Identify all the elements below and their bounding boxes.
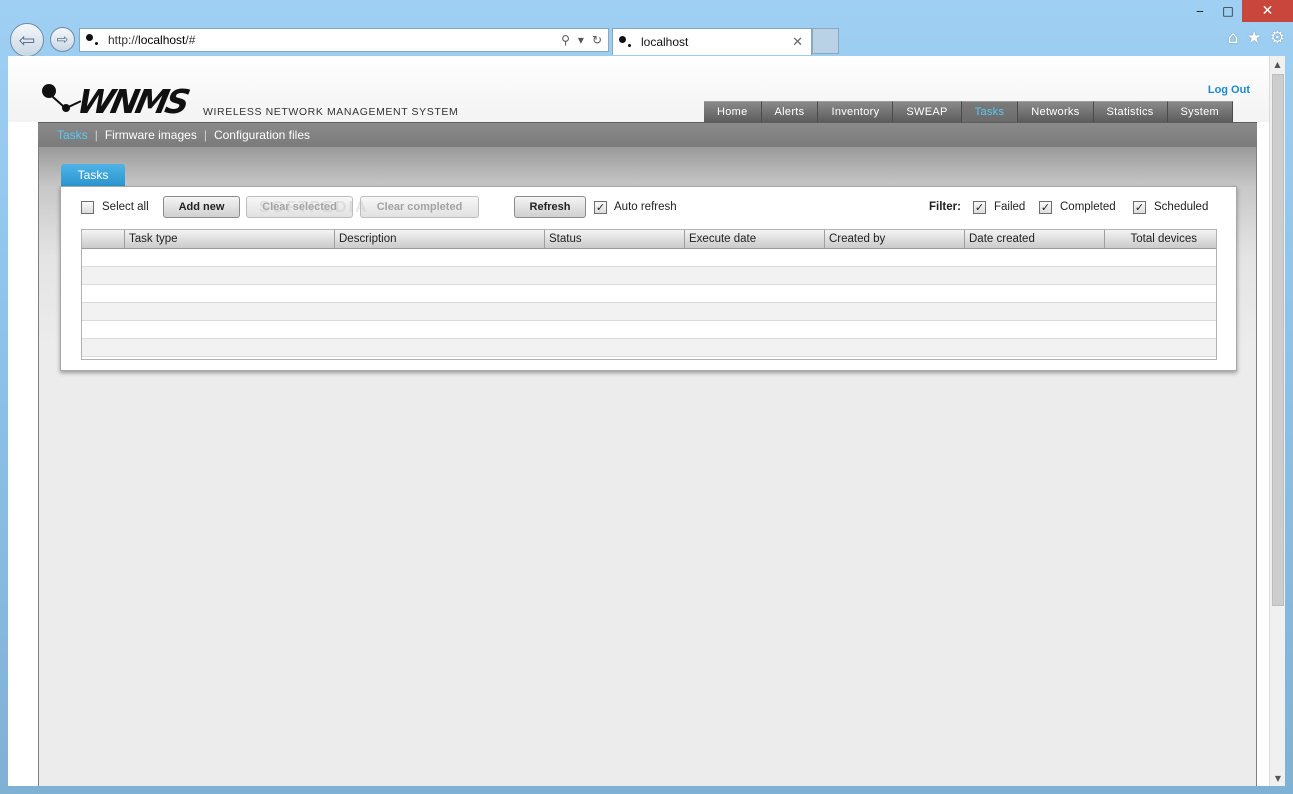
logo-text: WNMS	[73, 82, 191, 121]
minimize-icon[interactable]: ‒	[1186, 0, 1214, 22]
app-subtitle: WIRELESS NETWORK MANAGEMENT SYSTEM	[203, 106, 459, 118]
favorites-star-icon[interactable]: ★	[1247, 28, 1262, 48]
table-row	[82, 285, 1216, 303]
filter-completed-label: Completed	[1060, 201, 1116, 213]
clear-selected-button[interactable]: Clear selected	[246, 196, 353, 218]
filter-label: Filter:	[929, 201, 961, 213]
tab-tasks[interactable]: Tasks	[961, 101, 1019, 122]
column-header-date-created[interactable]: Date created	[965, 230, 1105, 248]
column-header-description[interactable]: Description	[335, 230, 545, 248]
filter-scheduled-label: Scheduled	[1154, 201, 1209, 213]
scroll-up-icon[interactable]: ▲	[1270, 56, 1285, 72]
column-header-task-type[interactable]: Task type	[125, 230, 335, 248]
subnav-separator: |	[203, 128, 207, 142]
tab-networks[interactable]: Networks	[1018, 101, 1094, 122]
browser-chrome: ⇦ ⇨ http://localhost/# ⚲ ▾ ↻ localhost ✕…	[0, 0, 1293, 57]
table-row	[82, 339, 1216, 357]
page-viewport: WNMS WIRELESS NETWORK MANAGEMENT SYSTEM …	[8, 56, 1269, 786]
table-row	[82, 267, 1216, 285]
home-icon[interactable]: ⌂	[1228, 28, 1239, 48]
table-header: Task type Description Status Execute dat…	[82, 230, 1216, 249]
tasks-panel-tab[interactable]: Tasks	[61, 164, 125, 186]
sub-nav: Tasks | Firmware images | Configuration …	[38, 122, 1257, 147]
url-text[interactable]: http://localhost/#	[108, 33, 561, 47]
auto-refresh-label: Auto refresh	[614, 201, 677, 213]
main-nav: Home Alerts Inventory SWEAP Tasks Networ…	[704, 101, 1234, 122]
search-icon[interactable]: ⚲	[561, 33, 570, 47]
auto-refresh-checkbox[interactable]: ✓	[594, 201, 607, 214]
app-header: WNMS WIRELESS NETWORK MANAGEMENT SYSTEM …	[8, 56, 1269, 122]
tab-system[interactable]: System	[1167, 101, 1234, 122]
filter-failed-checkbox[interactable]: ✓	[973, 201, 986, 214]
subnav-configuration-files[interactable]: Configuration files	[214, 128, 310, 142]
tab-favicon-icon	[619, 36, 633, 48]
filter-completed-checkbox[interactable]: ✓	[1039, 201, 1052, 214]
select-all-label: Select all	[102, 201, 149, 213]
new-tab-button[interactable]	[812, 28, 839, 54]
subnav-firmware-images[interactable]: Firmware images	[105, 128, 197, 142]
filter-scheduled-checkbox[interactable]: ✓	[1133, 201, 1146, 214]
column-header-created-by[interactable]: Created by	[825, 230, 965, 248]
tab-statistics[interactable]: Statistics	[1093, 101, 1168, 122]
column-header-execute-date[interactable]: Execute date	[685, 230, 825, 248]
scroll-down-icon[interactable]: ▼	[1270, 770, 1286, 786]
tab-title: localhost	[641, 35, 689, 49]
select-all-checkbox[interactable]	[81, 201, 94, 214]
logout-link[interactable]: Log Out	[1208, 84, 1250, 96]
close-window-icon[interactable]: ✕	[1242, 0, 1293, 22]
vertical-scrollbar[interactable]: ▲ ▼	[1269, 56, 1285, 786]
close-tab-icon[interactable]: ✕	[792, 35, 811, 50]
back-arrow-icon[interactable]: ⇦	[10, 23, 44, 57]
wnms-logo[interactable]: WNMS	[40, 80, 210, 121]
table-row	[82, 321, 1216, 339]
tab-sweap[interactable]: SWEAP	[893, 101, 962, 122]
add-new-button[interactable]: Add new	[163, 196, 240, 218]
tasks-toolbar: Select all Add new Clear selected Clear …	[61, 187, 1236, 227]
forward-arrow-icon[interactable]: ⇨	[50, 27, 75, 52]
table-row	[82, 303, 1216, 321]
table-row	[82, 249, 1216, 267]
url-host: localhost	[138, 33, 186, 47]
tab-inventory[interactable]: Inventory	[818, 101, 894, 122]
column-header-status[interactable]: Status	[545, 230, 685, 248]
site-favicon-icon	[86, 34, 100, 46]
tasks-table: Task type Description Status Execute dat…	[81, 229, 1217, 360]
maximize-icon[interactable]: □	[1214, 0, 1242, 22]
gear-icon[interactable]: ⚙	[1270, 28, 1285, 48]
tab-home[interactable]: Home	[704, 101, 762, 122]
filter-failed-label: Failed	[994, 201, 1026, 213]
scroll-thumb[interactable]	[1272, 74, 1284, 606]
browser-tools: ⌂ ★ ⚙	[1228, 28, 1285, 48]
column-header-select[interactable]	[82, 230, 125, 248]
tab-alerts[interactable]: Alerts	[761, 101, 819, 122]
tasks-panel: Select all Add new Clear selected Clear …	[60, 186, 1237, 371]
browser-tab[interactable]: localhost ✕	[612, 28, 812, 55]
content-area: Tasks Select all Add new Clear selected …	[38, 147, 1257, 786]
url-prefix: http://	[108, 33, 139, 47]
subnav-tasks[interactable]: Tasks	[57, 128, 88, 142]
clear-completed-button[interactable]: Clear completed	[360, 196, 479, 218]
window-controls: ‒ □ ✕	[1186, 0, 1293, 22]
url-suffix: /#	[185, 33, 196, 47]
dropdown-icon[interactable]: ▾	[578, 33, 584, 47]
subnav-separator: |	[94, 128, 98, 142]
address-bar[interactable]: http://localhost/# ⚲ ▾ ↻	[79, 28, 609, 52]
column-header-total-devices[interactable]: Total devices	[1105, 230, 1216, 248]
refresh-icon[interactable]: ↻	[592, 33, 602, 47]
refresh-button[interactable]: Refresh	[514, 196, 586, 218]
